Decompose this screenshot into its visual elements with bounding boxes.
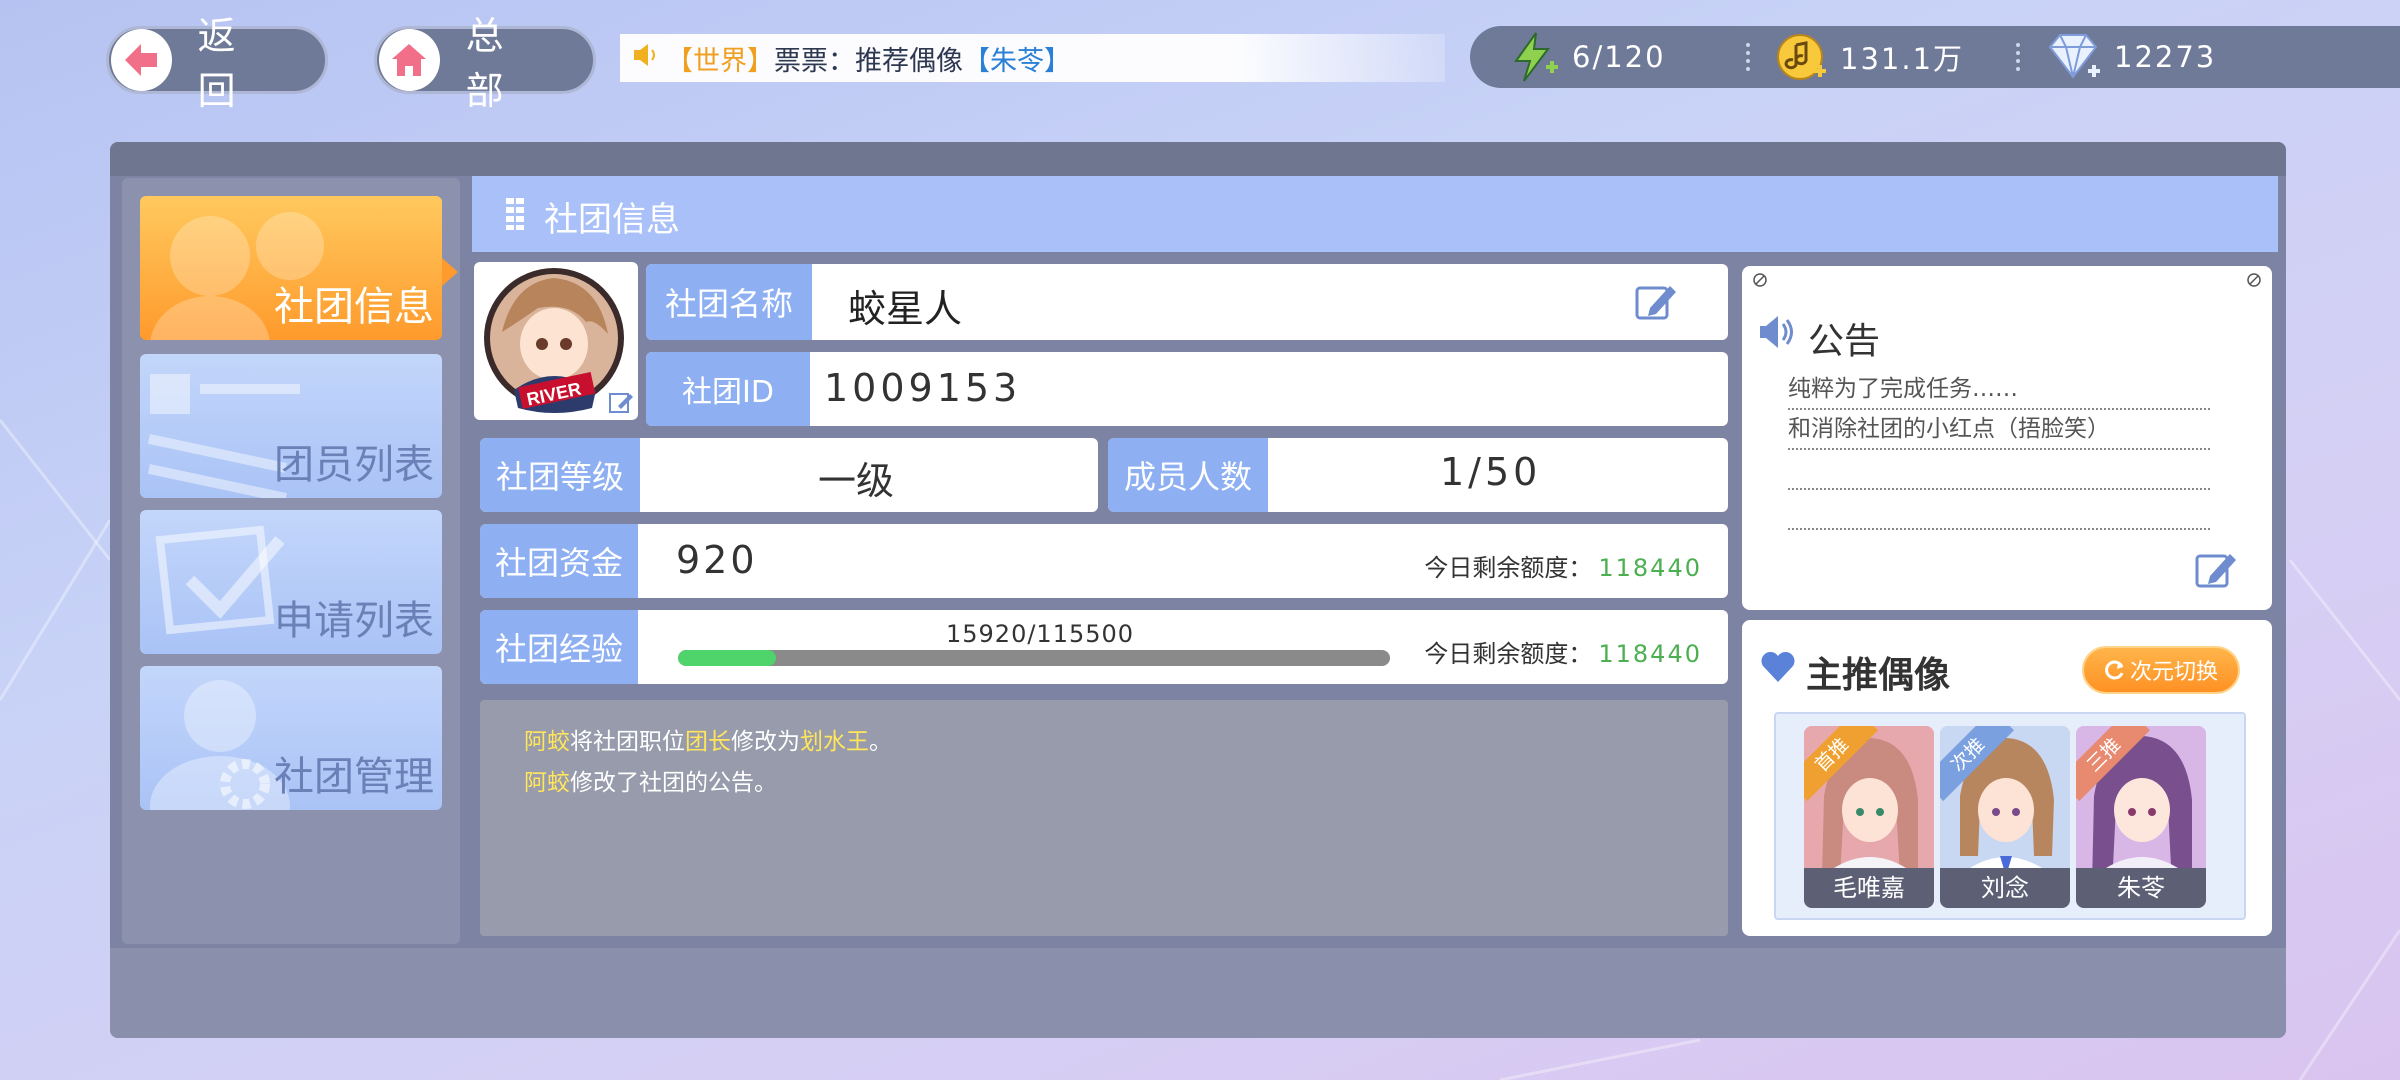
sidebar-item-label: 团员列表 — [274, 442, 434, 488]
idol-name: 朱苓 — [2076, 868, 2206, 908]
notice-title: 公告 — [1808, 321, 1881, 362]
sidebar-item-applications[interactable]: 申请列表 — [140, 510, 442, 654]
notice-line: 和消除社团的小红点（捂脸笑） — [1788, 410, 2210, 450]
exp-quota: 今日剩余额度： 118440 — [1424, 634, 1702, 669]
pin-icon — [2247, 273, 2261, 287]
idol-card[interactable]: 三推 朱苓 — [2076, 726, 2206, 908]
ticker-channel: 【世界】 — [666, 45, 774, 77]
diamond-value: 12273 — [2114, 40, 2217, 74]
panel-top-strip — [110, 142, 2286, 176]
dimension-switch-label: 次元切换 — [2129, 660, 2218, 685]
idols-title: 主推偶像 — [1806, 655, 1951, 696]
log-role: 团长 — [685, 729, 731, 755]
heart-icon — [1761, 651, 1795, 682]
world-chat-ticker[interactable]: 【世界】 票票：推荐偶像 【朱苓】 — [620, 34, 1445, 82]
log-entry: 阿蛟将社团职位团长修改为划水王。 — [524, 722, 892, 763]
diamond-add-icon — [2048, 34, 2100, 79]
activity-log: 阿蛟将社团职位团长修改为划水王。 阿蛟修改了社团的公告。 — [480, 700, 1728, 936]
grip-icon — [506, 198, 524, 230]
club-avatar[interactable]: RIVER — [474, 262, 638, 420]
resource-bar: 6/120 131.1万 12273 — [1470, 26, 2400, 88]
speaker-icon — [630, 40, 660, 77]
edit-name-icon[interactable] — [1634, 280, 1678, 324]
exp-quota-label: 今日剩余额度： — [1424, 640, 1593, 668]
club-level-row: 社团等级 一级 — [480, 438, 1098, 512]
club-exp-row: 社团经验 15920/115500 今日剩余额度： 118440 — [480, 610, 1728, 684]
notice-lines: 纯粹为了完成任务…… 和消除社团的小红点（捂脸笑） — [1788, 370, 2210, 530]
home-icon — [379, 29, 440, 91]
club-exp-label: 社团经验 — [480, 610, 638, 684]
refresh-icon — [2105, 660, 2124, 680]
divider — [2016, 43, 2024, 71]
sidebar-item-club-info[interactable]: 社团信息 — [140, 196, 442, 340]
club-funds-label: 社团资金 — [480, 524, 638, 598]
exp-progress-text: 15920/115500 — [946, 620, 1135, 648]
home-label: 总 部 — [465, 14, 518, 113]
energy-value: 6/120 — [1572, 40, 1666, 74]
funds-quota-value: 118440 — [1598, 554, 1702, 582]
coin-value: 131.1万 — [1840, 42, 1965, 76]
log-new-role: 划水王 — [800, 729, 869, 755]
home-button[interactable]: 总 部 — [374, 14, 596, 113]
sidebar-item-label: 申请列表 — [274, 598, 434, 644]
coin-counter[interactable]: 131.1万 — [1776, 31, 2016, 83]
log-text: 修改了社团的公告。 — [570, 770, 777, 796]
back-label: 返 回 — [197, 14, 250, 113]
back-button[interactable]: 返 回 — [106, 14, 328, 113]
log-entry: 阿蛟修改了社团的公告。 — [524, 763, 892, 804]
divider — [1746, 43, 1754, 71]
notice-line — [1788, 450, 2210, 490]
coin-add-icon — [1777, 34, 1826, 80]
ticker-text: 票票：推荐偶像 — [774, 45, 963, 77]
notice-line — [1788, 490, 2210, 530]
notice-line: 纯粹为了完成任务…… — [1788, 370, 2210, 410]
idol-card[interactable]: 首推 毛唯嘉 — [1804, 726, 1934, 908]
active-indicator — [442, 258, 458, 286]
notice-board: 公告 纯粹为了完成任务…… 和消除社团的小红点（捂脸笑） — [1742, 266, 2272, 610]
club-level-value: 一级 — [818, 459, 895, 503]
sidebar-item-label: 社团信息 — [274, 284, 434, 330]
club-id-value: 1009153 — [824, 366, 1022, 410]
back-arrow-icon — [111, 29, 172, 91]
energy-counter[interactable]: 6/120 — [1508, 31, 1746, 83]
ticker-name: 【朱苓】 — [963, 45, 1071, 77]
funds-quota: 今日剩余额度： 118440 — [1424, 548, 1702, 583]
club-id-label: 社团ID — [646, 352, 810, 426]
edit-avatar-icon[interactable] — [608, 390, 634, 416]
club-id-row: 社团ID 1009153 — [646, 352, 1728, 426]
edit-notice-icon[interactable] — [2194, 548, 2238, 592]
funds-quota-label: 今日剩余额度： — [1424, 554, 1593, 582]
sidebar-item-label: 社团管理 — [274, 754, 434, 800]
log-text: 将社团职位 — [570, 729, 685, 755]
exp-progress-fill — [678, 650, 777, 666]
club-funds-row: 社团资金 920 今日剩余额度： 118440 — [480, 524, 1728, 598]
idol-name: 刘念 — [1940, 868, 2070, 908]
log-text: 修改为 — [731, 729, 800, 755]
sidebar-item-member-list[interactable]: 团员列表 — [140, 354, 442, 498]
member-count-row: 成员人数 1/50 — [1108, 438, 1728, 512]
exp-quota-value: 118440 — [1598, 640, 1702, 668]
club-level-label: 社团等级 — [480, 438, 640, 512]
club-name-value: 蛟星人 — [848, 287, 963, 331]
member-count-label: 成员人数 — [1108, 438, 1268, 512]
club-name-label: 社团名称 — [646, 264, 812, 340]
panel-bottom-strip — [110, 948, 2286, 1038]
club-funds-value: 920 — [676, 538, 758, 582]
exp-progress-bar — [678, 650, 1390, 666]
pin-icon — [1753, 273, 1767, 287]
diamond-counter[interactable]: 12273 — [2046, 31, 2216, 83]
dimension-switch-button[interactable]: 次元切换 — [2082, 646, 2240, 694]
section-header: 社团信息 — [472, 176, 2278, 252]
sidebar-item-club-management[interactable]: 社团管理 — [140, 666, 442, 810]
club-name-row: 社团名称 蛟星人 — [646, 264, 1728, 340]
member-count-value: 1/50 — [1440, 450, 1542, 494]
page-title: 社团信息 — [544, 200, 680, 240]
log-actor: 阿蛟 — [524, 729, 570, 755]
energy-add-icon — [1514, 32, 1558, 82]
megaphone-icon — [1760, 316, 1793, 348]
log-text: 。 — [869, 729, 892, 755]
idol-name: 毛唯嘉 — [1804, 868, 1934, 908]
idol-card[interactable]: 次推 刘念 — [1940, 726, 2070, 908]
log-actor: 阿蛟 — [524, 770, 570, 796]
